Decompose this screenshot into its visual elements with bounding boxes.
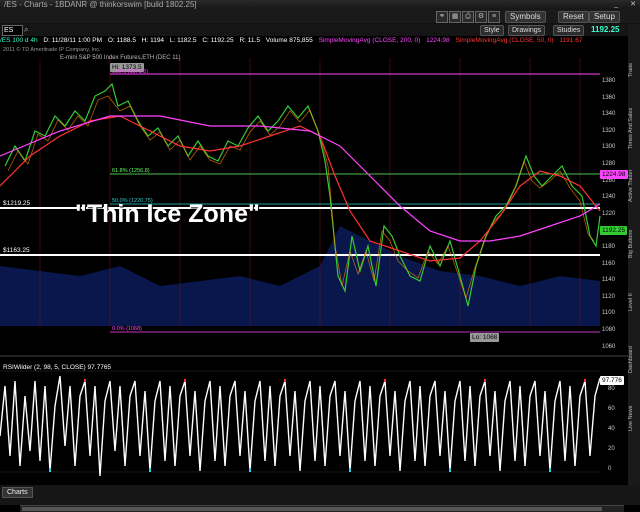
last-price: 1192.25 [591,25,620,34]
bottom-bar: Charts [0,485,640,505]
volume-bars [0,226,600,326]
gear-icon[interactable]: ⚙ [475,11,487,23]
studies-button[interactable]: Studies [553,25,585,36]
sma200-price-tag: 1224.98 [600,170,628,179]
rsi-line [0,375,601,477]
thinkorswim-window: /ES - Charts - 1BDANR @ thinkorswim [bui… [0,0,640,512]
price-axis-label: 1320 [602,127,616,134]
info-sma200: SimpleMovingAvg (CLOSE, 200, 0) [318,37,421,44]
price-axis-label: 1180 [602,244,615,250]
tab-charts[interactable]: Charts [2,487,33,498]
printer-icon[interactable]: ⎙ [462,11,474,23]
reset-button[interactable]: Reset [558,11,589,23]
symbol-input[interactable]: ES [2,25,23,36]
price-axis-label: 1240 [602,194,616,201]
chart-area[interactable]: /ES 100 d 4h D: 11/28/11 1:00 PM O: 1188… [0,36,628,512]
search-icon[interactable]: ⌕ [24,25,28,35]
info-sma200-value: 1224.98 [426,37,450,44]
info-symbol: /ES 100 d 4h [0,37,38,44]
price-axis-label: 1160 [602,260,615,267]
price-axis-label: 1100 [602,310,615,317]
info-range: R: 11.5 [239,37,260,44]
chart-info-bar: /ES 100 d 4h D: 11/28/11 1:00 PM O: 1188… [0,36,628,46]
lo-label: Lo: 1068 [470,333,500,342]
rsi-value: 97.7765 [87,364,112,371]
price-axis-label: 1280 [602,161,616,167]
price-chart-canvas[interactable] [0,36,628,485]
style-button[interactable]: Style [480,25,504,36]
price-axis-label: 1360 [602,94,616,101]
side-tab[interactable]: Level II [628,276,640,328]
scroll-thumb[interactable] [22,507,602,511]
side-tab[interactable]: Trade [628,44,640,96]
rsi-axis-label: 80 [608,386,615,392]
chart-scrollbar[interactable] [20,505,624,512]
price-axis: 1380136013401320130012801260124012201200… [602,36,628,350]
info-high: H: 1194 [141,37,165,44]
price-axis-label: 1140 [602,277,615,284]
symbol-row: ES ⌕ Style Drawings Studies 1192.25 [0,24,640,36]
price-axis-label: 1300 [602,144,616,151]
price-axis-label: 1120 [602,293,615,300]
info-sma50: SimpleMovingAvg (CLOSE, 50, 0) [455,37,554,44]
price-axis-label: 1340 [602,111,616,118]
rsi-axis-label: 40 [608,426,615,432]
rsi-axis-label: 0 [608,466,612,472]
fib-100-label: 100% (1373.5) [112,69,149,75]
drawings-button[interactable]: Drawings [508,25,546,36]
upper-line-label: $1219.25 [3,200,31,207]
price-axis-label: 1080 [602,327,616,333]
price-axis-label: 1380 [602,78,616,84]
list-icon[interactable]: ≡ [488,11,500,23]
rsi-study-name: RSIWilder (2, 98, 5, CLOSE) [3,364,86,371]
rsi-axis-label: 20 [608,446,615,452]
info-open: O: 1188.5 [107,37,136,44]
side-panel: Trade Times And Sales Active Trader Big But… [628,24,640,485]
side-tab[interactable]: Dashboard [628,334,640,386]
link-icon[interactable]: ⚭ [436,11,448,23]
lower-line-label: $1163.25 [3,247,30,254]
side-tab[interactable]: Times And Sales [628,102,640,154]
info-close: C: 1192.25 [202,37,234,44]
price-axis-label: 1060 [602,343,616,350]
rsi-title: RSIWilder (2, 98, 5, CLOSE) 97.7765 [3,364,111,371]
close-price-tag: 1192.25 [600,226,628,235]
minimize-icon[interactable]: _ [614,0,618,9]
side-tab[interactable]: Active Trader [628,160,640,212]
rsi-axis-label: 60 [608,406,615,412]
side-tab[interactable]: Live News [628,392,640,444]
info-sma50-value: 1191.67 [559,37,583,44]
thin-ice-zone-annotation: "Thin Ice Zone" [75,200,260,228]
main-toolbar: ⚭ ▦ ⎙ ⚙ ≡ Symbols Reset Setup [0,9,640,23]
info-date: D: 11/28/11 1:00 PM [43,37,103,44]
fib-0-label: 0.0% (1068) [112,326,142,332]
grid-icon[interactable]: ▦ [449,11,461,23]
symbols-button[interactable]: Symbols [505,11,546,23]
info-volume: Volume 875,855 [265,37,313,44]
copyright-text: 2011 © TD Ameritrade IP Company, Inc. [3,47,101,53]
rsi-tag: 97.776 [600,376,624,385]
rsi-axis: 80 60 40 20 0 [604,386,626,476]
title-bar: /ES - Charts - 1BDANR @ thinkorswim [bui… [0,0,640,9]
setup-button[interactable]: Setup [589,11,620,23]
info-low: L: 1182.5 [169,37,197,44]
price-axis-label: 1220 [602,210,616,217]
instrument-label: E-mini S&P 500 Index Futures,ETH (DEC 11… [60,55,181,61]
side-tab[interactable]: Big Buttons [628,218,640,270]
window-title: /ES - Charts - 1BDANR @ thinkorswim [bui… [4,0,197,9]
close-icon[interactable]: ✕ [630,0,636,9]
fib-618-label: 61.8% (1256.8) [112,168,150,174]
sma50-line [0,115,601,262]
